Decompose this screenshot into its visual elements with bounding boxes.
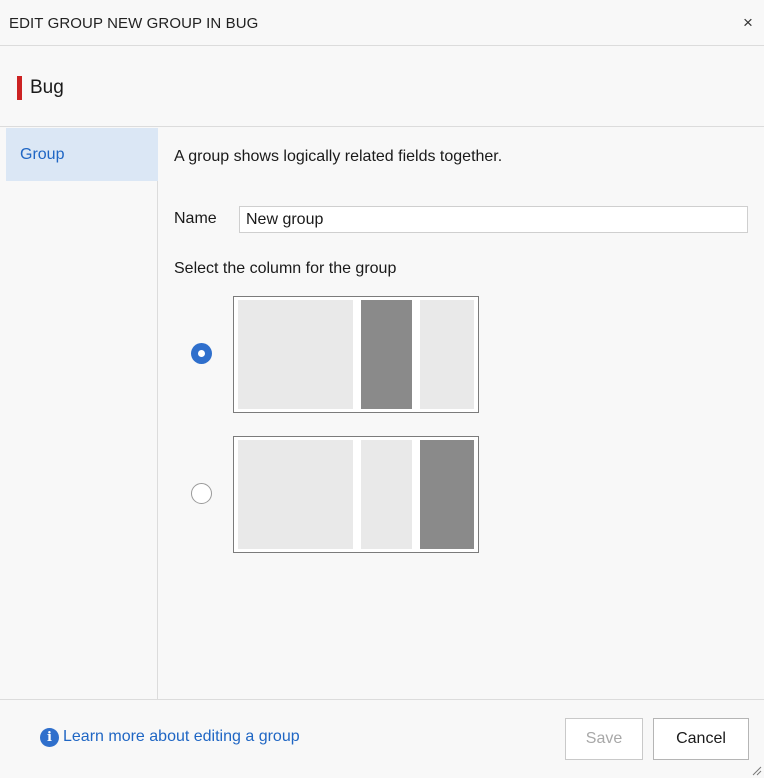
group-name-input[interactable] [239, 206, 748, 233]
layout-option-1-preview[interactable] [233, 296, 479, 413]
layout-column [238, 440, 353, 549]
close-icon[interactable]: × [738, 12, 758, 34]
name-label: Name [174, 210, 217, 227]
work-item-name: Bug [30, 77, 64, 98]
work-item-header [0, 47, 764, 127]
layout-column [238, 300, 353, 409]
info-icon: i [40, 728, 59, 747]
cancel-button[interactable]: Cancel [653, 718, 749, 760]
group-settings-panel: A group shows logically related fields t… [159, 128, 764, 699]
column-select-label: Select the column for the group [174, 260, 397, 277]
layout-option-1-radio[interactable] [191, 343, 212, 364]
edit-group-dialog: EDIT GROUP NEW GROUP IN BUG × Bug Group … [0, 0, 764, 778]
group-description: A group shows logically related fields t… [174, 148, 503, 165]
work-item-color-bar [17, 76, 22, 100]
save-button[interactable]: Save [565, 718, 643, 760]
layout-column-highlighted [420, 440, 474, 549]
layout-option-2-radio[interactable] [191, 483, 212, 504]
dialog-titlebar: EDIT GROUP NEW GROUP IN BUG × [0, 0, 764, 46]
layout-option-2-preview[interactable] [233, 436, 479, 553]
layout-column-highlighted [361, 300, 412, 409]
layout-column [420, 300, 474, 409]
sidebar-item-group[interactable]: Group [6, 128, 158, 181]
layout-column [361, 440, 412, 549]
learn-more-link[interactable]: Learn more about editing a group [63, 728, 300, 746]
resize-grip-icon[interactable] [750, 764, 762, 776]
dialog-title: EDIT GROUP NEW GROUP IN BUG [9, 15, 259, 32]
dialog-footer: i Learn more about editing a group Save … [0, 699, 764, 778]
sidebar: Group [0, 128, 158, 699]
